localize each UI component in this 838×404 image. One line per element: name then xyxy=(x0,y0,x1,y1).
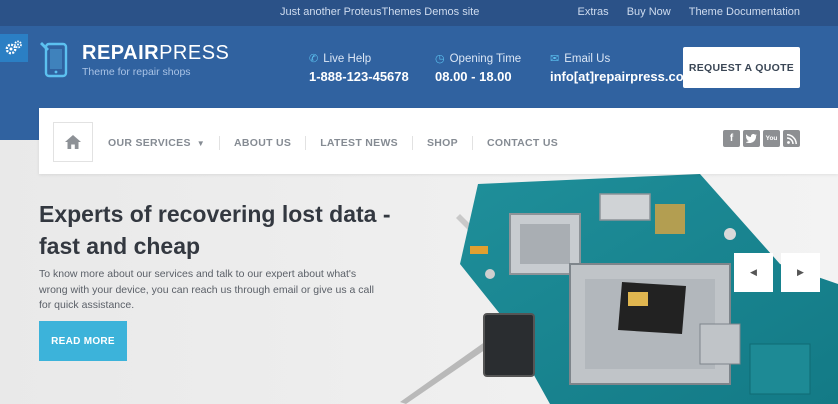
opening-time-value: 08.00 - 18.00 xyxy=(435,69,512,84)
top-link-theme-documentation[interactable]: Theme Documentation xyxy=(689,6,800,18)
phone-repair-icon xyxy=(40,42,68,78)
slider-next-button[interactable]: ▶ xyxy=(781,253,820,292)
social-links: f You xyxy=(723,130,800,147)
read-more-button[interactable]: READ MORE xyxy=(39,321,127,361)
rss-icon[interactable] xyxy=(783,130,800,147)
nav-item-about-us[interactable]: ABOUT US xyxy=(220,137,305,149)
nav-menu: OUR SERVICES ▼ ABOUT US LATEST NEWS SHOP… xyxy=(108,136,572,150)
twitter-icon[interactable] xyxy=(743,130,760,147)
email-label: Email Us xyxy=(564,52,611,65)
top-link-buy-now[interactable]: Buy Now xyxy=(627,6,671,18)
logo-tagline: Theme for repair shops xyxy=(82,66,191,78)
request-quote-button[interactable]: REQUEST A QUOTE xyxy=(683,47,800,88)
nav-item-label: CONTACT US xyxy=(486,137,559,149)
live-help-block: ✆ Live Help 1-888-123-45678 xyxy=(309,52,409,85)
site-logo[interactable]: REPAIRPRESS Theme for repair shops xyxy=(40,40,229,78)
opening-time-block: ◷ Opening Time 08.00 - 18.00 xyxy=(435,52,522,85)
chevron-right-icon: ▶ xyxy=(797,267,804,277)
nav-item-label: OUR SERVICES xyxy=(108,137,191,149)
home-button[interactable] xyxy=(53,122,93,162)
site-tagline: Just another ProteusThemes Demos site xyxy=(280,6,480,18)
phone-icon: ✆ xyxy=(309,53,319,65)
nav-item-label: ABOUT US xyxy=(233,137,292,149)
live-help-label: Live Help xyxy=(323,52,372,65)
top-bar: Just another ProteusThemes Demos site Ex… xyxy=(0,0,838,26)
top-links: Extras Buy Now Theme Documentation xyxy=(578,6,801,18)
settings-toggle[interactable] xyxy=(0,34,28,62)
hero-description: To know more about our services and talk… xyxy=(39,268,375,311)
facebook-icon[interactable]: f xyxy=(723,130,740,147)
nav-item-our-services[interactable]: OUR SERVICES ▼ xyxy=(108,137,219,149)
opening-time-label: Opening Time xyxy=(449,52,522,65)
home-icon xyxy=(65,135,81,149)
youtube-icon[interactable]: You xyxy=(763,130,780,147)
gear-icon xyxy=(5,40,22,55)
nav-item-shop[interactable]: SHOP xyxy=(413,137,472,149)
logo-name: REPAIRPRESS xyxy=(82,42,230,64)
chevron-left-icon: ◀ xyxy=(750,267,757,277)
nav-item-label: SHOP xyxy=(427,137,458,149)
email-address[interactable]: info[at]repairpress.com xyxy=(550,69,695,84)
live-help-number[interactable]: 1-888-123-45678 xyxy=(309,69,409,84)
nav-item-contact-us[interactable]: CONTACT US xyxy=(473,137,572,149)
top-link-extras[interactable]: Extras xyxy=(578,6,609,18)
main-navigation: OUR SERVICES ▼ ABOUT US LATEST NEWS SHOP… xyxy=(39,108,838,174)
nav-item-latest-news[interactable]: LATEST NEWS xyxy=(306,137,412,149)
caret-down-icon: ▼ xyxy=(196,138,205,148)
clock-icon: ◷ xyxy=(435,53,445,65)
slider-prev-button[interactable]: ◀ xyxy=(734,253,773,292)
chat-icon: ✉ xyxy=(550,53,560,65)
email-block: ✉ Email Us info[at]repairpress.com xyxy=(550,52,695,85)
hero-headline: Experts of recovering lost data - fast a… xyxy=(39,201,391,259)
nav-item-label: LATEST NEWS xyxy=(320,137,398,149)
